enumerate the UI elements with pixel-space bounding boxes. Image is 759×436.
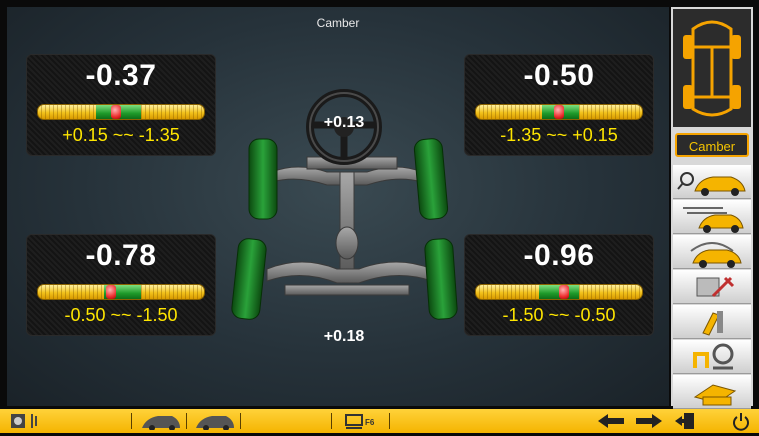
brake-pedal-icon — [702, 311, 723, 336]
front-right-camber-panel: -0.50 -1.35 ~~ +0.15 — [464, 54, 654, 156]
steering-lock-icon — [693, 343, 734, 370]
printer-icon — [693, 384, 737, 406]
rear-right-value: -0.96 — [523, 239, 595, 272]
car-side-icon — [142, 416, 180, 431]
rear-left-range: -0.50 ~~ -1.50 — [64, 305, 178, 325]
search-car-icon — [677, 172, 746, 196]
front-right-gauge-marker — [554, 105, 564, 119]
compensation-button[interactable] — [673, 200, 751, 234]
rear-right-gauge — [475, 284, 643, 300]
front-right-range: -1.35 ~~ +0.15 — [500, 125, 618, 145]
front-right-tire — [413, 138, 449, 220]
car-rear-icon — [196, 416, 234, 431]
front-left-camber-panel: -0.37 +0.15 ~~ -1.35 — [26, 54, 216, 156]
back-button[interactable] — [596, 412, 626, 430]
car-compensation-icon — [683, 207, 744, 233]
rear-right-range: -1.50 ~~ -0.50 — [502, 305, 616, 325]
arrow-right-icon — [636, 414, 662, 428]
tools-button[interactable] — [673, 270, 751, 304]
monitor-icon — [345, 414, 363, 429]
forward-button[interactable] — [634, 412, 664, 430]
arrow-left-icon — [598, 414, 624, 428]
vehicle-top-view-icon — [683, 20, 741, 117]
f6-button[interactable]: F6 — [345, 412, 381, 430]
rear-right-camber-panel: -0.96 -1.50 ~~ -0.50 — [464, 234, 654, 336]
exit-button[interactable] — [674, 412, 698, 430]
exit-door-icon — [675, 413, 694, 429]
brake-pedal-button[interactable] — [673, 305, 751, 339]
rear-right-tire — [424, 238, 458, 320]
car-view-button-2[interactable] — [192, 412, 236, 431]
front-left-range: +0.15 ~~ -1.35 — [62, 125, 180, 145]
front-left-gauge-marker — [111, 105, 122, 119]
steering-lock-button[interactable] — [673, 340, 751, 374]
power-button[interactable] — [731, 411, 751, 431]
rear-axle-total: +0.18 — [323, 328, 365, 345]
power-icon — [733, 413, 749, 431]
rear-left-value: -0.78 — [85, 239, 157, 272]
rear-left-camber-panel: -0.78 -0.50 ~~ -1.50 — [26, 234, 216, 336]
car-view-button-1[interactable] — [138, 412, 182, 431]
car-runout-icon — [690, 242, 742, 268]
alignment-view: Camber +0.13 +0.18 -0.37 +0.15 ~~ -1.35 … — [7, 7, 669, 406]
rear-left-gauge-marker — [106, 285, 117, 299]
camber-mode-button[interactable]: Camber — [675, 133, 749, 157]
front-left-value: -0.37 — [85, 59, 157, 92]
tools-settings-icon — [696, 276, 735, 298]
front-right-gauge — [475, 104, 643, 120]
front-axle-total: +0.13 — [323, 114, 365, 131]
f6-label: F6 — [365, 418, 375, 427]
camera-settings-icon — [11, 414, 37, 428]
bottom-toolbar: F6 — [0, 409, 759, 433]
rear-left-tire — [231, 238, 267, 320]
front-left-gauge — [37, 104, 205, 120]
print-button[interactable] — [673, 375, 751, 409]
vehicle-overview-button[interactable] — [673, 9, 751, 127]
settings-button[interactable] — [10, 412, 38, 430]
front-right-value: -0.50 — [523, 59, 595, 92]
rear-right-gauge-marker — [558, 285, 569, 299]
rear-left-gauge — [37, 284, 205, 300]
front-left-tire — [248, 138, 278, 220]
runout-button[interactable] — [673, 235, 751, 269]
right-sidebar: Camber — [671, 7, 753, 409]
search-car-button[interactable] — [673, 165, 751, 199]
